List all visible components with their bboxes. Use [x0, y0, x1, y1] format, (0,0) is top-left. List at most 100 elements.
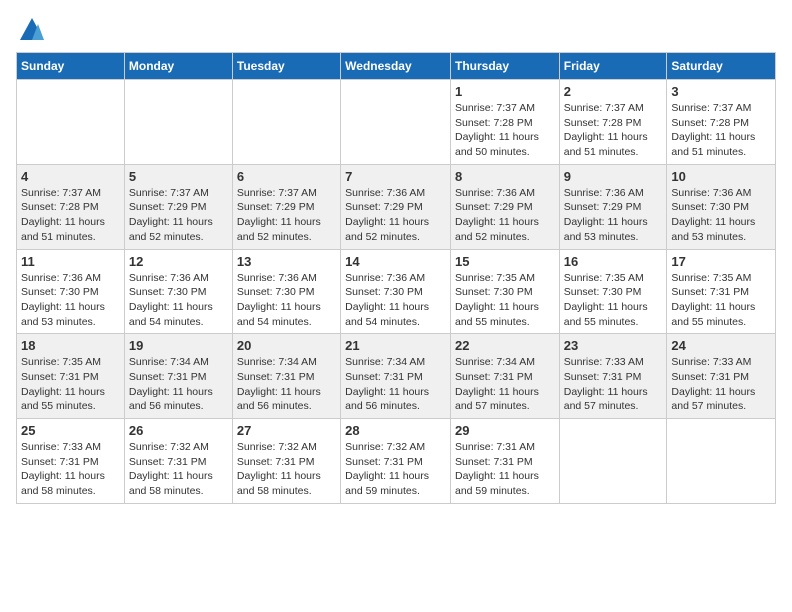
- day-info: Sunrise: 7:36 AM Sunset: 7:29 PM Dayligh…: [564, 186, 663, 245]
- day-number: 15: [455, 254, 555, 269]
- calendar-cell: 10Sunrise: 7:36 AM Sunset: 7:30 PM Dayli…: [667, 164, 776, 249]
- day-number: 13: [237, 254, 336, 269]
- calendar-cell: 2Sunrise: 7:37 AM Sunset: 7:28 PM Daylig…: [559, 80, 667, 165]
- day-number: 11: [21, 254, 120, 269]
- day-info: Sunrise: 7:35 AM Sunset: 7:30 PM Dayligh…: [564, 271, 663, 330]
- calendar-cell: 27 Sunrise: 7:32 AM Sunset: 7:31 PM Dayli…: [232, 419, 340, 504]
- calendar-cell: 13 Sunrise: 7:36 AM Sunset: 7:30 PM Dayli…: [232, 249, 340, 334]
- calendar-body: 1 Sunrise: 7:37 AM Sunset: 7:28 PM Daylig…: [17, 80, 776, 504]
- day-info: Sunrise: 7:35 AM Sunset: 7:30 PM Dayligh…: [455, 271, 555, 330]
- day-number: 27: [237, 423, 336, 438]
- weekday-header-saturday: Saturday: [667, 53, 776, 80]
- day-info: Sunrise: 7:37 AM Sunset: 7:28 PM Dayligh…: [455, 101, 555, 160]
- calendar-cell: 29 Sunrise: 7:31 AM Sunset: 7:31 PM Dayli…: [450, 419, 559, 504]
- day-info: Sunrise: 7:34 AM Sunset: 7:31 PM Dayligh…: [237, 355, 336, 414]
- page-header: [16, 16, 776, 40]
- day-number: 16: [564, 254, 663, 269]
- day-number: 24: [671, 338, 771, 353]
- day-number: 29: [455, 423, 555, 438]
- calendar-cell: 20 Sunrise: 7:34 AM Sunset: 7:31 PM Dayli…: [232, 334, 340, 419]
- calendar-cell: 11 Sunrise: 7:36 AM Sunset: 7:30 PM Dayli…: [17, 249, 125, 334]
- calendar-cell: 6 Sunrise: 7:37 AM Sunset: 7:29 PM Daylig…: [232, 164, 340, 249]
- calendar-week-row: 25 Sunrise: 7:33 AM Sunset: 7:31 PM Dayli…: [17, 419, 776, 504]
- calendar-cell: 23Sunrise: 7:33 AM Sunset: 7:31 PM Dayli…: [559, 334, 667, 419]
- day-info: Sunrise: 7:37 AM Sunset: 7:28 PM Dayligh…: [21, 186, 120, 245]
- calendar-cell: 4Sunrise: 7:37 AM Sunset: 7:28 PM Daylig…: [17, 164, 125, 249]
- day-info: Sunrise: 7:36 AM Sunset: 7:30 PM Dayligh…: [129, 271, 228, 330]
- day-number: 20: [237, 338, 336, 353]
- calendar-cell: [232, 80, 340, 165]
- calendar-cell: [124, 80, 232, 165]
- day-info: Sunrise: 7:37 AM Sunset: 7:29 PM Dayligh…: [129, 186, 228, 245]
- day-info: Sunrise: 7:36 AM Sunset: 7:30 PM Dayligh…: [345, 271, 446, 330]
- calendar-cell: 8 Sunrise: 7:36 AM Sunset: 7:29 PM Daylig…: [450, 164, 559, 249]
- calendar-cell: 17Sunrise: 7:35 AM Sunset: 7:31 PM Dayli…: [667, 249, 776, 334]
- day-number: 9: [564, 169, 663, 184]
- day-info: Sunrise: 7:33 AM Sunset: 7:31 PM Dayligh…: [21, 440, 120, 499]
- calendar-week-row: 18 Sunrise: 7:35 AM Sunset: 7:31 PM Dayli…: [17, 334, 776, 419]
- calendar-cell: 16 Sunrise: 7:35 AM Sunset: 7:30 PM Dayli…: [559, 249, 667, 334]
- calendar-cell: 7 Sunrise: 7:36 AM Sunset: 7:29 PM Daylig…: [341, 164, 451, 249]
- day-number: 3: [671, 84, 771, 99]
- day-number: 21: [345, 338, 446, 353]
- calendar-week-row: 4Sunrise: 7:37 AM Sunset: 7:28 PM Daylig…: [17, 164, 776, 249]
- calendar-cell: [17, 80, 125, 165]
- logo: [16, 16, 46, 40]
- calendar-cell: 21 Sunrise: 7:34 AM Sunset: 7:31 PM Dayli…: [341, 334, 451, 419]
- calendar-table: SundayMondayTuesdayWednesdayThursdayFrid…: [16, 52, 776, 504]
- calendar-cell: 14Sunrise: 7:36 AM Sunset: 7:30 PM Dayli…: [341, 249, 451, 334]
- day-info: Sunrise: 7:36 AM Sunset: 7:30 PM Dayligh…: [237, 271, 336, 330]
- day-info: Sunrise: 7:33 AM Sunset: 7:31 PM Dayligh…: [671, 355, 771, 414]
- day-number: 17: [671, 254, 771, 269]
- calendar-week-row: 1 Sunrise: 7:37 AM Sunset: 7:28 PM Daylig…: [17, 80, 776, 165]
- day-number: 2: [564, 84, 663, 99]
- day-info: Sunrise: 7:36 AM Sunset: 7:29 PM Dayligh…: [345, 186, 446, 245]
- day-number: 1: [455, 84, 555, 99]
- day-info: Sunrise: 7:32 AM Sunset: 7:31 PM Dayligh…: [129, 440, 228, 499]
- day-info: Sunrise: 7:37 AM Sunset: 7:28 PM Dayligh…: [671, 101, 771, 160]
- weekday-header-tuesday: Tuesday: [232, 53, 340, 80]
- calendar-cell: 15 Sunrise: 7:35 AM Sunset: 7:30 PM Dayli…: [450, 249, 559, 334]
- calendar-week-row: 11 Sunrise: 7:36 AM Sunset: 7:30 PM Dayli…: [17, 249, 776, 334]
- day-number: 25: [21, 423, 120, 438]
- day-info: Sunrise: 7:36 AM Sunset: 7:29 PM Dayligh…: [455, 186, 555, 245]
- weekday-header-monday: Monday: [124, 53, 232, 80]
- day-info: Sunrise: 7:31 AM Sunset: 7:31 PM Dayligh…: [455, 440, 555, 499]
- day-number: 18: [21, 338, 120, 353]
- calendar-cell: [341, 80, 451, 165]
- day-number: 22: [455, 338, 555, 353]
- calendar-cell: 28Sunrise: 7:32 AM Sunset: 7:31 PM Dayli…: [341, 419, 451, 504]
- day-info: Sunrise: 7:36 AM Sunset: 7:30 PM Dayligh…: [21, 271, 120, 330]
- weekday-header-sunday: Sunday: [17, 53, 125, 80]
- calendar-cell: 25 Sunrise: 7:33 AM Sunset: 7:31 PM Dayli…: [17, 419, 125, 504]
- day-number: 6: [237, 169, 336, 184]
- calendar-cell: 22 Sunrise: 7:34 AM Sunset: 7:31 PM Dayli…: [450, 334, 559, 419]
- weekday-header-thursday: Thursday: [450, 53, 559, 80]
- day-info: Sunrise: 7:34 AM Sunset: 7:31 PM Dayligh…: [345, 355, 446, 414]
- day-number: 7: [345, 169, 446, 184]
- day-info: Sunrise: 7:35 AM Sunset: 7:31 PM Dayligh…: [21, 355, 120, 414]
- day-info: Sunrise: 7:32 AM Sunset: 7:31 PM Dayligh…: [237, 440, 336, 499]
- calendar-cell: 1 Sunrise: 7:37 AM Sunset: 7:28 PM Daylig…: [450, 80, 559, 165]
- calendar-cell: 9 Sunrise: 7:36 AM Sunset: 7:29 PM Daylig…: [559, 164, 667, 249]
- day-number: 19: [129, 338, 228, 353]
- calendar-cell: 5 Sunrise: 7:37 AM Sunset: 7:29 PM Daylig…: [124, 164, 232, 249]
- day-info: Sunrise: 7:33 AM Sunset: 7:31 PM Dayligh…: [564, 355, 663, 414]
- calendar-cell: 19 Sunrise: 7:34 AM Sunset: 7:31 PM Dayli…: [124, 334, 232, 419]
- day-number: 26: [129, 423, 228, 438]
- calendar-cell: 18 Sunrise: 7:35 AM Sunset: 7:31 PM Dayli…: [17, 334, 125, 419]
- calendar-cell: 3 Sunrise: 7:37 AM Sunset: 7:28 PM Daylig…: [667, 80, 776, 165]
- day-info: Sunrise: 7:37 AM Sunset: 7:29 PM Dayligh…: [237, 186, 336, 245]
- calendar-cell: [559, 419, 667, 504]
- logo-icon: [18, 16, 46, 44]
- day-info: Sunrise: 7:34 AM Sunset: 7:31 PM Dayligh…: [455, 355, 555, 414]
- day-number: 5: [129, 169, 228, 184]
- calendar-header-row: SundayMondayTuesdayWednesdayThursdayFrid…: [17, 53, 776, 80]
- calendar-cell: 12 Sunrise: 7:36 AM Sunset: 7:30 PM Dayli…: [124, 249, 232, 334]
- day-number: 12: [129, 254, 228, 269]
- day-number: 8: [455, 169, 555, 184]
- day-info: Sunrise: 7:34 AM Sunset: 7:31 PM Dayligh…: [129, 355, 228, 414]
- calendar-cell: 26 Sunrise: 7:32 AM Sunset: 7:31 PM Dayli…: [124, 419, 232, 504]
- day-number: 28: [345, 423, 446, 438]
- weekday-header-wednesday: Wednesday: [341, 53, 451, 80]
